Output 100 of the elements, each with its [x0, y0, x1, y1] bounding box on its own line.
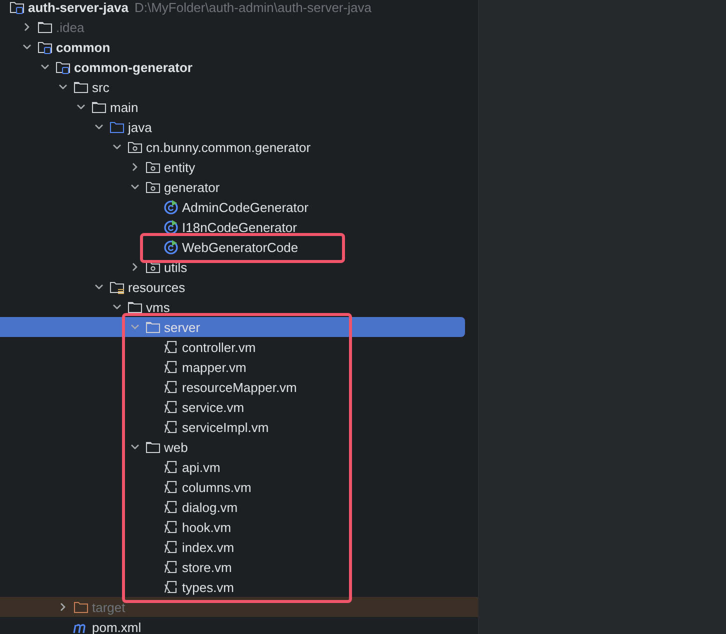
item-label: service.vm	[181, 400, 244, 414]
tree-item[interactable]: resourceMapper.vm	[0, 377, 478, 397]
tree-item[interactable]: cn.bunny.common.generator	[0, 137, 478, 157]
item-label: serviceImpl.vm	[181, 420, 269, 434]
project-name: auth-server-java	[27, 0, 128, 14]
tree-item[interactable]: pom.xml	[0, 617, 478, 634]
tree-item[interactable]: api.vm	[0, 457, 478, 477]
template-file-icon	[163, 559, 179, 575]
tree-item[interactable]: mapper.vm	[0, 357, 478, 377]
item-label: .idea	[55, 20, 84, 34]
chevron-down-icon[interactable]	[94, 282, 104, 292]
folder-icon	[145, 319, 161, 335]
item-label: store.vm	[181, 560, 232, 574]
chevron-right-icon[interactable]	[130, 262, 140, 272]
item-label: vms	[145, 300, 170, 314]
template-file-icon	[163, 359, 179, 375]
tree-item[interactable]: columns.vm	[0, 477, 478, 497]
folder-icon	[73, 599, 89, 615]
chevron-down-icon[interactable]	[130, 442, 140, 452]
item-label: java	[127, 120, 152, 134]
resources-folder-icon	[109, 279, 125, 295]
chevron-down-icon[interactable]	[22, 42, 32, 52]
template-file-icon	[163, 579, 179, 595]
tree-item[interactable]: generator	[0, 177, 478, 197]
item-label: server	[163, 320, 200, 334]
tree-item[interactable]: controller.vm	[0, 337, 478, 357]
item-label: mapper.vm	[181, 360, 246, 374]
runnable-class-icon	[163, 199, 179, 215]
chevron-down-icon[interactable]	[40, 62, 50, 72]
item-label: web	[163, 440, 188, 454]
tree-item[interactable]: store.vm	[0, 557, 478, 577]
item-label: common-generator	[73, 60, 192, 74]
item-label: index.vm	[181, 540, 234, 554]
tree-item[interactable]: vms	[0, 297, 478, 317]
folder-icon	[127, 299, 143, 315]
item-label: utils	[163, 260, 188, 274]
runnable-class-icon	[163, 219, 179, 235]
tree-item[interactable]: index.vm	[0, 537, 478, 557]
item-label: cn.bunny.common.generator	[145, 140, 311, 154]
folder-icon	[37, 19, 53, 35]
tree-item[interactable]: main	[0, 97, 478, 117]
tree-item[interactable]: I18nCodeGenerator	[0, 217, 478, 237]
folder-icon	[91, 99, 107, 115]
project-path: D:\MyFolder\auth-admin\auth-server-java	[134, 0, 372, 14]
chevron-down-icon[interactable]	[130, 182, 140, 192]
chevron-right-icon[interactable]	[130, 162, 140, 172]
chevron-down-icon[interactable]	[94, 122, 104, 132]
tree-item[interactable]: AdminCodeGenerator	[0, 197, 478, 217]
chevron-right-icon[interactable]	[22, 22, 32, 32]
tree-item[interactable]: types.vm	[0, 577, 478, 597]
tree-item[interactable]: resources	[0, 277, 478, 297]
tree-item[interactable]: utils	[0, 257, 478, 277]
item-label: I18nCodeGenerator	[181, 220, 297, 234]
folder-icon	[145, 439, 161, 455]
template-file-icon	[163, 419, 179, 435]
chevron-down-icon[interactable]	[76, 102, 86, 112]
item-label: types.vm	[181, 580, 234, 594]
chevron-right-icon[interactable]	[58, 602, 68, 612]
tree-item[interactable]: web	[0, 437, 478, 457]
chevron-down-icon[interactable]	[58, 82, 68, 92]
template-file-icon	[163, 399, 179, 415]
package-folder-icon	[127, 139, 143, 155]
chevron-down-icon[interactable]	[112, 302, 122, 312]
tree-item[interactable]: WebGeneratorCode	[0, 237, 478, 257]
folder-icon	[109, 119, 125, 135]
template-file-icon	[163, 379, 179, 395]
template-file-icon	[163, 519, 179, 535]
selected-tree-item[interactable]: server	[0, 317, 465, 337]
tree-item[interactable]: hook.vm	[0, 517, 478, 537]
item-label: resources	[127, 280, 186, 294]
item-label: entity	[163, 160, 196, 174]
template-file-icon	[163, 479, 179, 495]
item-label: dialog.vm	[181, 500, 238, 514]
tree-item[interactable]: dialog.vm	[0, 497, 478, 517]
runnable-class-icon	[163, 239, 179, 255]
item-label: main	[109, 100, 138, 114]
item-label: resourceMapper.vm	[181, 380, 297, 394]
item-label: src	[91, 80, 110, 94]
tree-item[interactable]: entity	[0, 157, 478, 177]
item-label: WebGeneratorCode	[181, 240, 298, 254]
chevron-down-icon[interactable]	[112, 142, 122, 152]
tree-item[interactable]: java	[0, 117, 478, 137]
template-file-icon	[163, 339, 179, 355]
module-folder-icon	[37, 39, 53, 55]
item-label: hook.vm	[181, 520, 232, 534]
package-folder-icon	[145, 159, 161, 175]
tree-item[interactable]: common	[0, 37, 478, 57]
item-label: common	[55, 40, 110, 54]
tree-item[interactable]: common-generator	[0, 57, 478, 77]
tree-item[interactable]: auth-server-java D:\MyFolder\auth-admin\auth-server-java	[0, 0, 478, 17]
folder-icon	[73, 79, 89, 95]
template-file-icon	[163, 539, 179, 555]
template-file-icon	[163, 459, 179, 475]
item-label: columns.vm	[181, 480, 252, 494]
item-label: generator	[163, 180, 220, 194]
tree-item[interactable]: src	[0, 77, 478, 97]
package-folder-icon	[145, 179, 161, 195]
module-folder-icon	[55, 59, 71, 75]
tree-item[interactable]: service.vm	[0, 397, 478, 417]
tree-item[interactable]: serviceImpl.vm	[0, 417, 478, 437]
